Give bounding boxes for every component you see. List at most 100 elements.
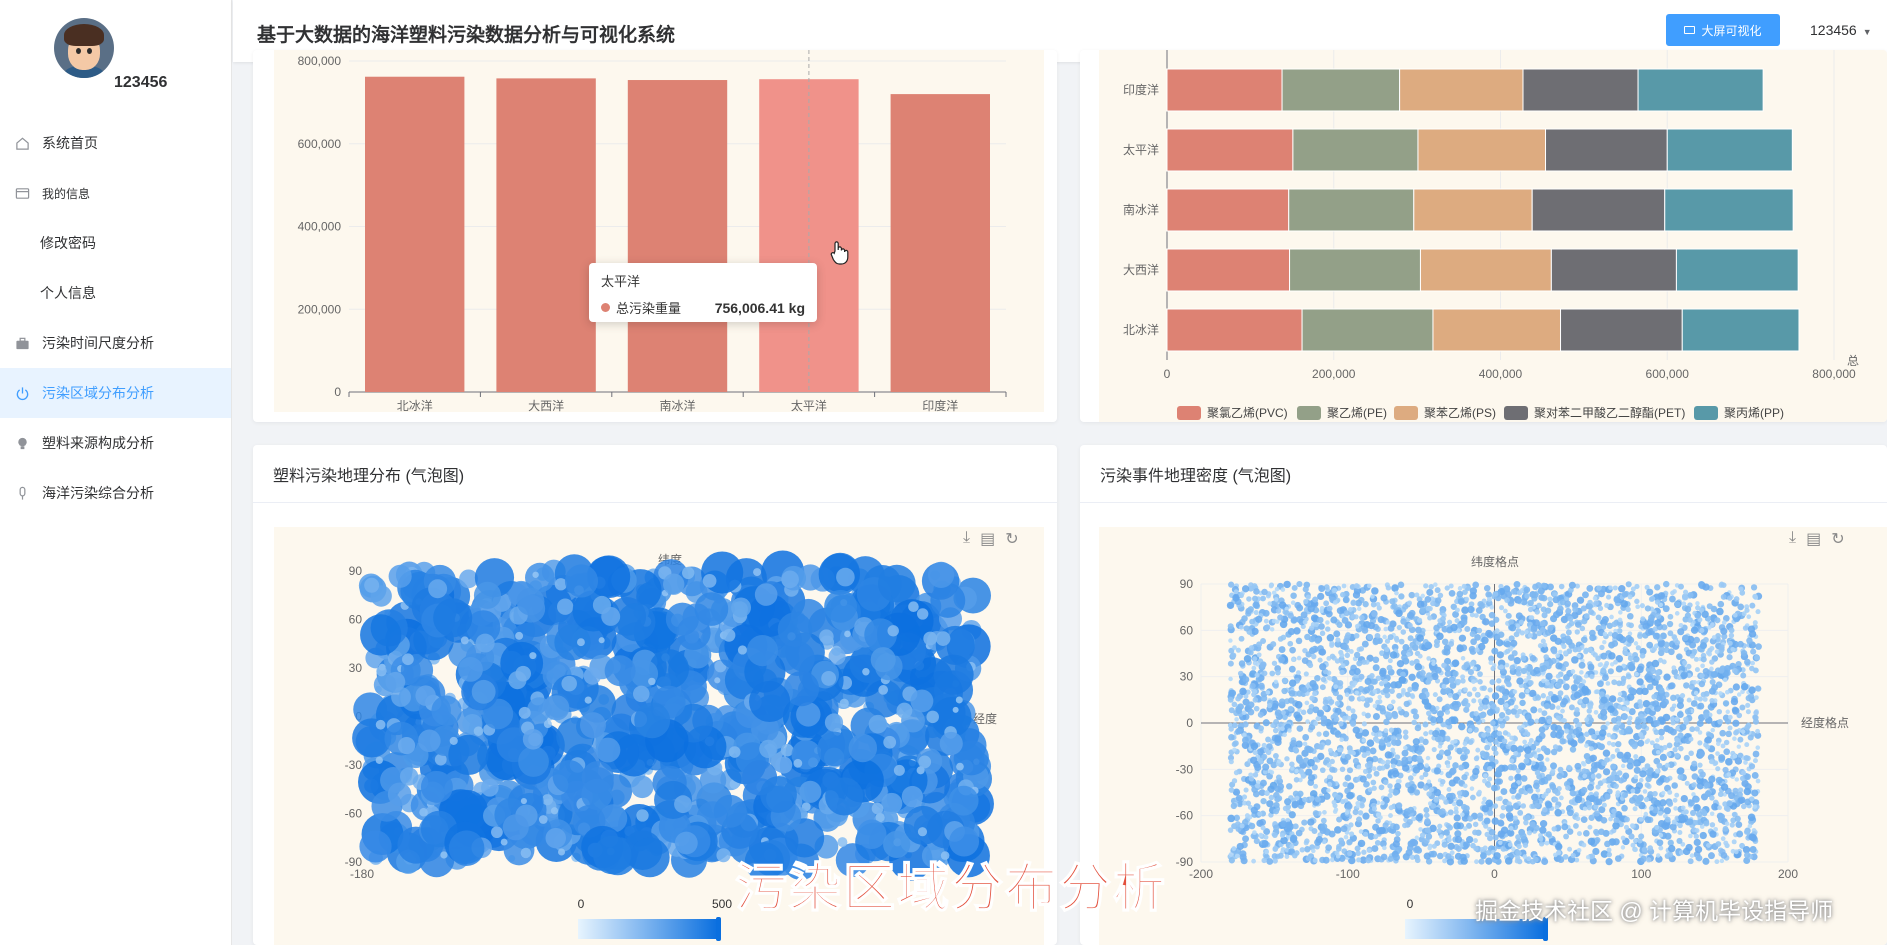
- density-point: [1663, 776, 1670, 783]
- density-point: [1423, 583, 1429, 589]
- density-point: [1684, 605, 1692, 613]
- density-point: [1282, 714, 1288, 721]
- density-point: [1738, 586, 1744, 592]
- density-point: [1284, 798, 1292, 806]
- density-point: [1555, 673, 1561, 679]
- density-point: [1643, 811, 1649, 817]
- density-point: [1536, 747, 1541, 753]
- sidebar-item-region-analysis[interactable]: 污染区域分布分析: [0, 368, 231, 418]
- stack-segment: [1413, 188, 1533, 232]
- density-point: [1277, 852, 1284, 859]
- density-point: [1688, 833, 1693, 839]
- density-point: [1539, 820, 1548, 828]
- sidebar-item-time-analysis[interactable]: 污染时间尺度分析: [0, 318, 231, 368]
- density-point: [1589, 673, 1595, 680]
- bubble-point: [633, 685, 650, 703]
- density-point: [1303, 671, 1309, 677]
- density-point: [1290, 834, 1298, 842]
- density-point: [1720, 582, 1727, 588]
- density-point: [1545, 831, 1552, 838]
- density-point: [1458, 764, 1465, 771]
- bigscreen-button[interactable]: 大屏可视化: [1666, 14, 1780, 46]
- density-point: [1576, 831, 1582, 837]
- density-point: [1356, 816, 1363, 823]
- density-point: [1652, 632, 1660, 640]
- bubble-point: [458, 657, 483, 682]
- sidebar-item-home[interactable]: 系统首页: [0, 118, 231, 168]
- density-point: [1684, 780, 1690, 786]
- bubble-point: [662, 573, 685, 595]
- density-point: [1384, 751, 1393, 759]
- density-point: [1391, 602, 1398, 610]
- density-point: [1593, 828, 1600, 835]
- density-point: [1249, 682, 1256, 690]
- visualmap-handle: [716, 917, 721, 941]
- density-point: [1333, 630, 1341, 638]
- density-point: [1532, 782, 1540, 790]
- avatar[interactable]: [54, 18, 114, 78]
- x-tick-label: 600,000: [1646, 367, 1690, 381]
- density-point: [1432, 729, 1440, 738]
- density-point: [1708, 852, 1715, 860]
- density-point: [1477, 789, 1482, 795]
- density-point: [1365, 857, 1372, 864]
- density-point: [1481, 685, 1487, 691]
- bubble-point: [515, 665, 531, 682]
- density-point: [1461, 774, 1468, 781]
- y-tick-label: 0: [334, 385, 341, 399]
- density-point: [1671, 819, 1677, 825]
- sidebar-item-comprehensive-analysis[interactable]: 海洋污染综合分析: [0, 468, 231, 518]
- density-point: [1400, 618, 1407, 625]
- density-point: [1559, 795, 1564, 801]
- bubble-point: [916, 608, 929, 620]
- user-dropdown[interactable]: 123456 ▼: [1810, 22, 1872, 38]
- density-point: [1454, 852, 1463, 860]
- density-point: [1555, 653, 1560, 658]
- density-point: [1655, 613, 1662, 620]
- density-point: [1568, 581, 1576, 589]
- stack-segment: [1288, 188, 1415, 232]
- density-point: [1666, 726, 1674, 734]
- density-point: [1307, 774, 1316, 782]
- density-point: [1519, 630, 1525, 636]
- density-point: [1436, 696, 1443, 703]
- density-point: [1722, 700, 1730, 707]
- density-point: [1657, 657, 1664, 663]
- bubble-point: [520, 847, 532, 859]
- density-point: [1518, 692, 1526, 699]
- density-point: [1319, 827, 1327, 835]
- density-point: [1616, 680, 1623, 687]
- density-point: [1733, 849, 1739, 855]
- density-point: [1377, 694, 1382, 700]
- density-point: [1290, 657, 1296, 662]
- density-point: [1343, 834, 1349, 840]
- density-point: [1424, 818, 1431, 825]
- density-point: [1386, 664, 1393, 671]
- density-point: [1441, 638, 1449, 646]
- density-point: [1287, 728, 1292, 733]
- density-point: [1545, 757, 1550, 762]
- bubble-point: [878, 685, 889, 695]
- density-point: [1545, 695, 1551, 701]
- density-point: [1740, 672, 1747, 679]
- density-point: [1734, 777, 1739, 782]
- density-point: [1380, 765, 1386, 771]
- density-point: [1389, 688, 1395, 695]
- density-point: [1269, 627, 1275, 632]
- density-point: [1444, 709, 1451, 715]
- sidebar-item-personal-info[interactable]: 个人信息: [0, 268, 231, 318]
- density-point: [1663, 580, 1670, 588]
- density-point: [1234, 717, 1239, 722]
- sidebar-item-change-password[interactable]: 修改密码: [0, 218, 231, 268]
- density-point: [1371, 610, 1378, 618]
- density-point: [1394, 782, 1402, 790]
- density-point: [1530, 706, 1538, 714]
- density-point: [1527, 718, 1535, 726]
- sidebar-item-my-info[interactable]: 我的信息: [0, 168, 231, 218]
- sidebar-item-source-analysis[interactable]: 塑料来源构成分析: [0, 418, 231, 468]
- density-point: [1698, 680, 1706, 688]
- density-point: [1508, 775, 1514, 781]
- density-point: [1617, 691, 1623, 697]
- density-point: [1732, 753, 1738, 759]
- density-point: [1371, 678, 1378, 685]
